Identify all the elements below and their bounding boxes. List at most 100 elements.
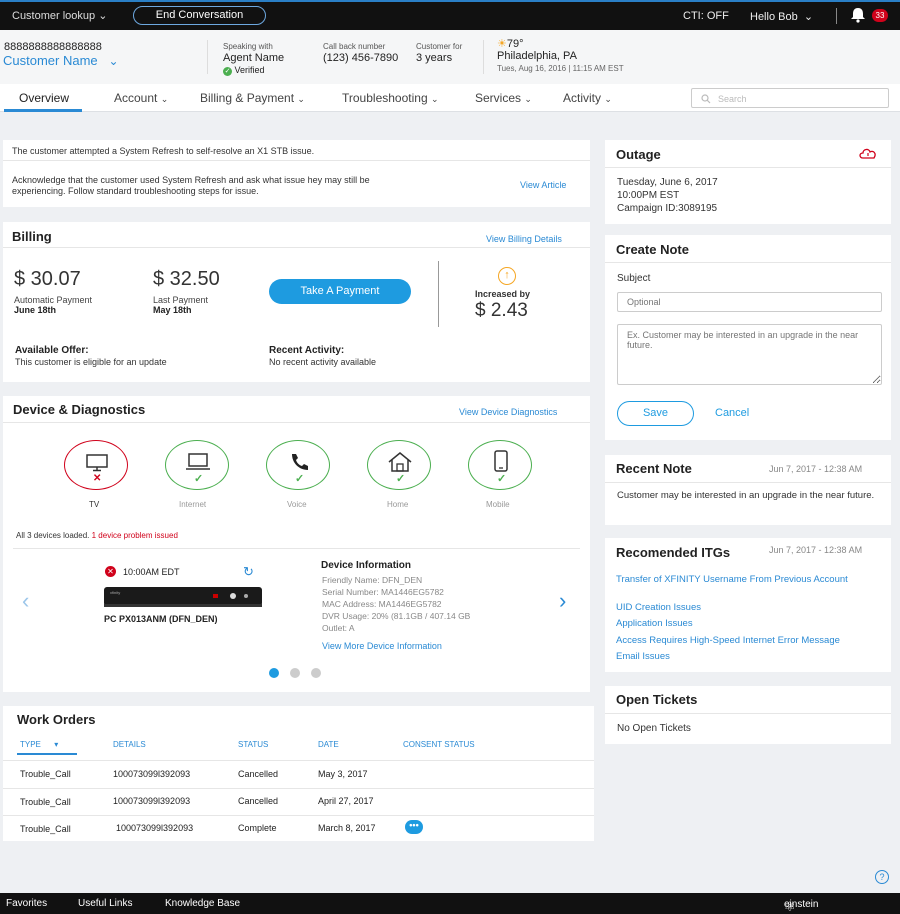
tab-account[interactable]: Account ⌄ <box>114 91 168 105</box>
column-header[interactable]: DETAILS <box>113 740 146 749</box>
itg-link[interactable]: UID Creation Issues <box>616 602 701 613</box>
customer-header: 8888888888888888 Customer Name ⌄ Speakin… <box>0 30 900 84</box>
divider <box>3 247 590 248</box>
cell-details: 100073099l392093 <box>113 769 191 779</box>
subject-input[interactable] <box>617 292 882 312</box>
device-tv[interactable]: ✕ <box>64 440 128 490</box>
callback-label: Call back number <box>323 42 386 51</box>
search-box[interactable] <box>691 88 889 108</box>
view-more-device-info-link[interactable]: View More Device Information <box>322 641 442 651</box>
customer-lookup-dropdown[interactable]: Customer lookup ⌄ <box>12 9 107 22</box>
end-conversation-button[interactable]: End Conversation <box>133 6 266 25</box>
active-sort-indicator <box>17 753 77 755</box>
laptop-icon <box>186 453 210 470</box>
last-payment-label: Last Payment <box>153 295 209 305</box>
view-device-diagnostics-link[interactable]: View Device Diagnostics <box>459 407 557 417</box>
chevron-down-icon: ⌄ <box>160 94 169 104</box>
table-row[interactable]: Trouble_Call 100073099l392093 Cancelled … <box>3 761 594 788</box>
tab-services[interactable]: Services ⌄ <box>475 91 532 105</box>
create-note-card: Create Note Subject Save Cancel <box>605 235 891 440</box>
useful-links-link[interactable]: Useful Links <box>78 898 132 909</box>
bottom-bar: Favorites Useful Links Knowledge Base ⚛ e… <box>0 893 900 914</box>
automatic-payment-date: June 18th <box>14 305 57 315</box>
view-billing-details-link[interactable]: View Billing Details <box>486 234 562 244</box>
customer-name-dropdown[interactable]: Customer Name ⌄ <box>3 53 119 68</box>
itgs-title: Recomended ITGs <box>616 545 731 560</box>
itg-link[interactable]: Transfer of XFINITY Username From Previo… <box>616 575 866 585</box>
divider <box>605 713 891 714</box>
outlet: Outlet: A <box>322 623 355 633</box>
itg-link[interactable]: Application Issues <box>616 618 693 629</box>
bell-icon[interactable] <box>849 7 867 23</box>
device-time: 10:00AM EDT <box>123 567 180 577</box>
main-nav: Overview Account ⌄ Billing & Payment ⌄ T… <box>0 84 900 112</box>
issue-text: 1 device problem issued <box>91 531 178 540</box>
carousel-prev-button[interactable]: ‹ <box>22 588 29 614</box>
favorites-link[interactable]: Favorites <box>6 898 47 909</box>
verified-status: ✓ Verified <box>223 65 265 76</box>
take-payment-button[interactable]: Take A Payment <box>269 279 411 304</box>
device-title: Device & Diagnostics <box>13 402 146 417</box>
column-header[interactable]: STATUS <box>238 740 268 749</box>
mac-address: MAC Address: MA1446EG5782 <box>322 599 442 609</box>
cloud-alert-icon <box>859 148 876 159</box>
search-icon <box>701 94 711 104</box>
speaking-with-label: Speaking with <box>223 42 273 51</box>
table-row[interactable]: Trouble_Call 100073099l392093 Cancelled … <box>3 789 594 816</box>
user-menu[interactable]: Hello Bob ⌄ <box>750 10 813 23</box>
weather: ☀79° <box>497 37 524 50</box>
save-button[interactable]: Save <box>617 401 694 426</box>
cancel-button[interactable]: Cancel <box>715 407 749 419</box>
check-icon: ✓ <box>396 473 406 485</box>
carousel-dot[interactable] <box>311 668 321 678</box>
view-article-link[interactable]: View Article <box>520 180 566 190</box>
tab-label: Account <box>114 91 158 105</box>
notification-badge: 33 <box>872 9 888 22</box>
column-header[interactable]: DATE <box>318 740 339 749</box>
note-body-textarea[interactable] <box>617 324 882 385</box>
device-internet[interactable]: ✓ <box>165 440 229 490</box>
temperature: 79° <box>506 38 524 50</box>
recent-note-card: Recent Note Jun 7, 2017 - 12:38 AM Custo… <box>605 455 891 525</box>
search-input[interactable] <box>718 92 878 105</box>
cell-type: Trouble_Call <box>20 824 71 834</box>
loaded-text: All 3 devices loaded. <box>16 531 90 540</box>
device-label: Home <box>387 500 409 509</box>
phone-icon <box>292 454 308 470</box>
cell-status: Complete <box>238 823 277 833</box>
table-row[interactable]: Trouble_Call 100073099l392093 Complete M… <box>3 816 594 841</box>
chevron-down-icon: ⌄ <box>524 94 532 104</box>
more-options-icon[interactable]: ••• <box>405 820 423 834</box>
outage-title: Outage <box>616 147 661 162</box>
tab-troubleshooting[interactable]: Troubleshooting ⌄ <box>342 91 439 105</box>
open-tickets-title: Open Tickets <box>616 692 698 707</box>
tab-overview[interactable]: Overview <box>19 91 69 105</box>
carousel-dot-active[interactable] <box>269 668 279 678</box>
cell-type: Trouble_Call <box>20 797 71 807</box>
sort-type-column[interactable]: TYPE ▾ <box>20 740 58 749</box>
increase-amount: $ 2.43 <box>475 300 528 321</box>
automatic-payment-amount: $ 30.07 <box>14 268 81 290</box>
outage-date: Tuesday, June 6, 2017 <box>617 177 718 188</box>
tab-billing-payment[interactable]: Billing & Payment ⌄ <box>200 91 305 105</box>
knowledge-base-link[interactable]: Knowledge Base <box>165 898 240 909</box>
itg-link[interactable]: Access Requires High-Speed Internet Erro… <box>616 635 840 646</box>
chevron-down-icon: ⌄ <box>604 94 612 104</box>
tab-activity[interactable]: Activity ⌄ <box>563 91 612 105</box>
help-icon[interactable]: ? <box>875 870 889 884</box>
device-home[interactable]: ✓ <box>367 440 431 490</box>
divider <box>836 8 837 24</box>
device-mobile[interactable]: ✓ <box>468 440 532 490</box>
device-voice[interactable]: ✓ <box>266 440 330 490</box>
itg-link[interactable]: Email Issues <box>616 651 670 662</box>
cti-status[interactable]: CTI: OFF <box>683 10 729 22</box>
set-top-box-image: xfinity <box>104 587 262 607</box>
refresh-icon[interactable]: ↻ <box>243 564 254 580</box>
agent-name: Agent Name <box>223 52 285 64</box>
alert-card: The customer attempted a System Refresh … <box>3 140 590 207</box>
carousel-next-button[interactable]: › <box>559 588 566 614</box>
customer-name: Customer Name <box>3 53 98 68</box>
column-header[interactable]: CONSENT STATUS <box>403 740 475 749</box>
carousel-dot[interactable] <box>290 668 300 678</box>
mobile-icon <box>494 450 508 472</box>
